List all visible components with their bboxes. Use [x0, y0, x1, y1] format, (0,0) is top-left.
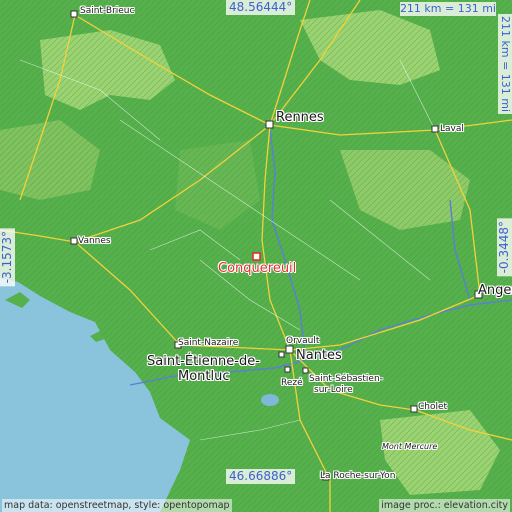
place-label-saint-nazaire: Saint-Nazaire: [178, 338, 239, 348]
highlight-label-conquereuil: Conquereuil: [218, 261, 297, 276]
place-label-mont-mercure: Mont Mercure: [382, 442, 438, 451]
attribution-map-data: map data: openstreetmap, style: opentopo…: [2, 499, 232, 512]
highlight-marker: [252, 252, 261, 261]
place-label-nantes: Nantes: [296, 348, 342, 363]
attribution-bar: map data: openstreetmap, style: opentopo…: [0, 499, 512, 512]
place-label-orvault: Orvault: [286, 336, 320, 346]
place-label-saint-sebastien-line2: sur-Loire: [314, 385, 353, 395]
attribution-image-proc: image proc.: elevation.city: [379, 499, 510, 512]
place-label-saint-brieuc: Saint-Brieuc: [80, 6, 135, 16]
place-label-la-roche-sur-yon: La Roche-sur-Yon: [320, 471, 396, 481]
scale-vertical: 211 km = 131 mi: [498, 14, 512, 115]
place-label-saint-etienne-line1: Saint-Étienne-de-: [147, 354, 260, 369]
terrain-layer: [0, 0, 512, 512]
coord-top: 48.56444°: [226, 0, 296, 15]
coord-left: -3.1573°: [0, 228, 15, 287]
place-label-saint-etienne-line2: Montluc: [178, 369, 230, 384]
place-label-reze: Rezé: [281, 378, 303, 388]
coord-bottom: 46.66886°: [226, 469, 296, 484]
place-label-rennes: Rennes: [276, 110, 324, 125]
coord-right: -0.3448°: [497, 218, 512, 277]
map-canvas[interactable]: Saint-Brieuc Rennes Laval Vannes Angers …: [0, 0, 512, 512]
lake: [261, 394, 279, 406]
place-label-laval: Laval: [440, 124, 464, 134]
place-label-cholet: Cholet: [418, 402, 448, 412]
place-label-angers: Angers: [478, 283, 512, 298]
place-label-vannes: Vannes: [78, 236, 111, 246]
scale-horizontal: 211 km = 131 mi: [399, 2, 496, 16]
place-label-saint-sebastien-line1: Saint-Sébastien-: [309, 374, 383, 384]
